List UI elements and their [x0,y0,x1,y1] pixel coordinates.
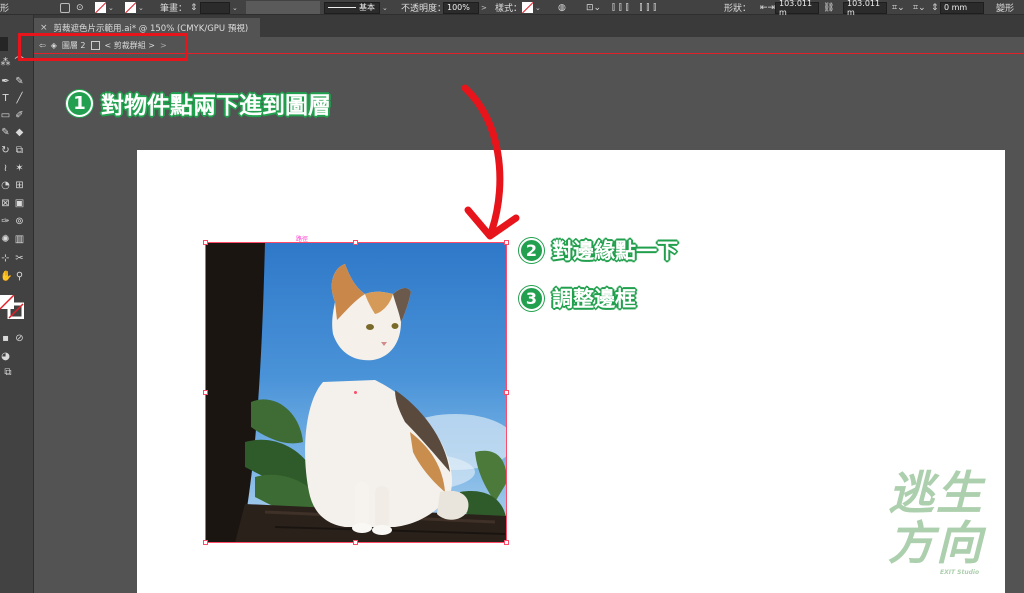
corner-type-icon[interactable]: ⌗⌄ [892,1,905,14]
corner-style-icon[interactable]: ⌗⌄ [913,1,926,14]
align-to-icon[interactable]: ⊡⌄ [586,1,601,14]
step-3-text: 調整邊框 [552,287,636,311]
corner-value: 0 mm [940,1,984,14]
style-label: 樣式： [495,4,523,14]
handle-bottom-left[interactable] [203,540,208,545]
handle-middle-left[interactable] [203,390,208,395]
control-bar-left-label: 形 [0,4,10,14]
stroke-weight-field[interactable]: ⌄ [200,1,240,14]
curved-arrow-icon [461,84,520,240]
selection-tool-icon[interactable] [0,37,8,51]
blend-icon[interactable]: ⊚ [14,216,25,227]
mesh-icon[interactable]: ⊠ [0,198,11,209]
hand-tool-icon[interactable]: ✋ [0,271,12,282]
none-swatch-icon[interactable]: ⊘ [14,333,25,344]
target-icon[interactable]: ⊙ [76,1,84,14]
step-2-annotation: 2 對邊緣點一下 [519,235,678,265]
scale-icon[interactable]: ⧉ [14,145,25,156]
transform-label[interactable]: 變形 [996,1,1014,14]
shape-label: 形狀： [724,4,752,14]
document-tab-title: 剪裁遮色片示範用.ai* @ 150% (CMYK/GPU 預視) [53,23,249,34]
width-tool-icon[interactable]: ≀ [0,163,11,174]
style-swatch[interactable]: ⌄ [522,1,541,14]
opacity-value: 100% [443,1,479,14]
highlight-box [18,33,188,61]
recolor-icon[interactable] [60,1,70,14]
variable-width-profile[interactable] [246,1,320,14]
stroke-swatch[interactable]: ⌄ [125,1,144,14]
link-icon[interactable]: ⛓ [823,1,834,14]
magic-wand-icon[interactable]: ⁂ [0,57,11,68]
step-3-number: 3 [519,285,544,311]
watermark-logo: 逃生 方向 EXIT Studio [888,468,1008,580]
center-point-icon [354,391,357,394]
stroke-profile-value: 基本 [359,3,375,12]
screen-mode-icon[interactable]: ⧉ [0,367,16,378]
graph-tool-icon[interactable]: ▥ [14,234,25,245]
opacity-label: 不透明度： [401,4,447,14]
color-mode-icon[interactable]: ▪ [0,333,11,344]
puppet-warp-icon[interactable]: ✶ [14,163,25,174]
stroke-label: 筆畫： [160,4,188,14]
step-1-number: 1 [66,89,93,117]
close-icon[interactable]: × [40,23,48,33]
artboard-tool-icon[interactable]: ⊹ [0,253,11,264]
shape-builder-icon[interactable]: ◔ [0,180,11,191]
stroke-weight-stepper[interactable]: ⇕ [190,1,198,14]
handle-top-left[interactable] [203,240,208,245]
globe-icon[interactable]: ◍ [558,1,566,14]
step-3-annotation: 3 調整邊框 [519,283,636,313]
handle-bottom-right[interactable] [504,540,509,545]
corner-field[interactable]: 0 mm [940,1,984,14]
tool-panel: ⁂ ⌒ ✒ ✎ T ╱ ▭ ✐ ✎ ◆ ↻ ⧉ ≀ ✶ ◔ ⊞ ⊠ ▣ ✑ ⊚ … [0,15,34,593]
step-2-number: 2 [519,237,544,263]
curvature-icon[interactable]: ✎ [14,76,25,87]
watermark-line-1: 逃生 [888,466,984,520]
zoom-tool-icon[interactable]: ⚲ [14,271,25,282]
rotate-icon[interactable]: ↻ [0,145,11,156]
paintbrush-icon[interactable]: ✐ [14,110,25,121]
selection-label: 路徑 [296,236,309,243]
control-bar: 形 ⊙ ⌄ ⌄ 筆畫： ⇕ ⌄ 基本 ⌄ 不透明度： 100% > 樣式： ⌄ ◍ … [0,0,1024,17]
stroke-profile-select[interactable]: 基本 ⌄ [324,1,388,14]
symbol-sprayer-icon[interactable]: ✺ [0,234,11,245]
opacity-field[interactable]: 100% > [443,1,487,14]
type-tool-icon[interactable]: T [0,93,11,104]
slice-icon[interactable]: ✂ [14,253,25,264]
handle-bottom-middle[interactable] [353,540,358,545]
eyedropper-icon[interactable]: ✑ [0,216,11,227]
pen-tool-icon[interactable]: ✒ [0,76,11,87]
step-1-text: 對物件點兩下進到圖層 [101,93,331,119]
draw-mode-icon[interactable]: ◕ [0,351,11,362]
line-tool-icon[interactable]: ╱ [14,93,25,104]
fill-swatch[interactable]: ⌄ [95,1,114,14]
eraser-icon[interactable]: ◆ [14,127,25,138]
handle-middle-right[interactable] [504,390,509,395]
perspective-icon[interactable]: ⊞ [14,180,25,191]
align-icons[interactable]: ⫿⫿⫿ ⫿⫿⫿ [612,1,660,14]
watermark-sub: EXIT Studio [940,569,980,576]
shaper-icon[interactable]: ✎ [0,127,11,138]
fill-stroke-icon[interactable] [0,294,25,320]
step-1-annotation: 1 對物件點兩下進到圖層 [66,86,331,120]
corner-stepper[interactable]: ⇕ [931,1,939,14]
width-value: 103.011 m [775,0,819,17]
handle-top-middle[interactable] [353,240,358,245]
width-arrows-icon: ⇤⇥ [760,2,776,13]
height-value: 103.011 m [843,0,887,17]
step-2-text: 對邊緣點一下 [552,239,678,263]
height-field[interactable]: 103.011 m [843,0,887,17]
gradient-icon[interactable]: ▣ [14,198,25,209]
rectangle-tool-icon[interactable]: ▭ [0,110,11,121]
watermark-line-2: 方向 [888,516,984,570]
width-field[interactable]: 103.011 m [775,0,819,17]
